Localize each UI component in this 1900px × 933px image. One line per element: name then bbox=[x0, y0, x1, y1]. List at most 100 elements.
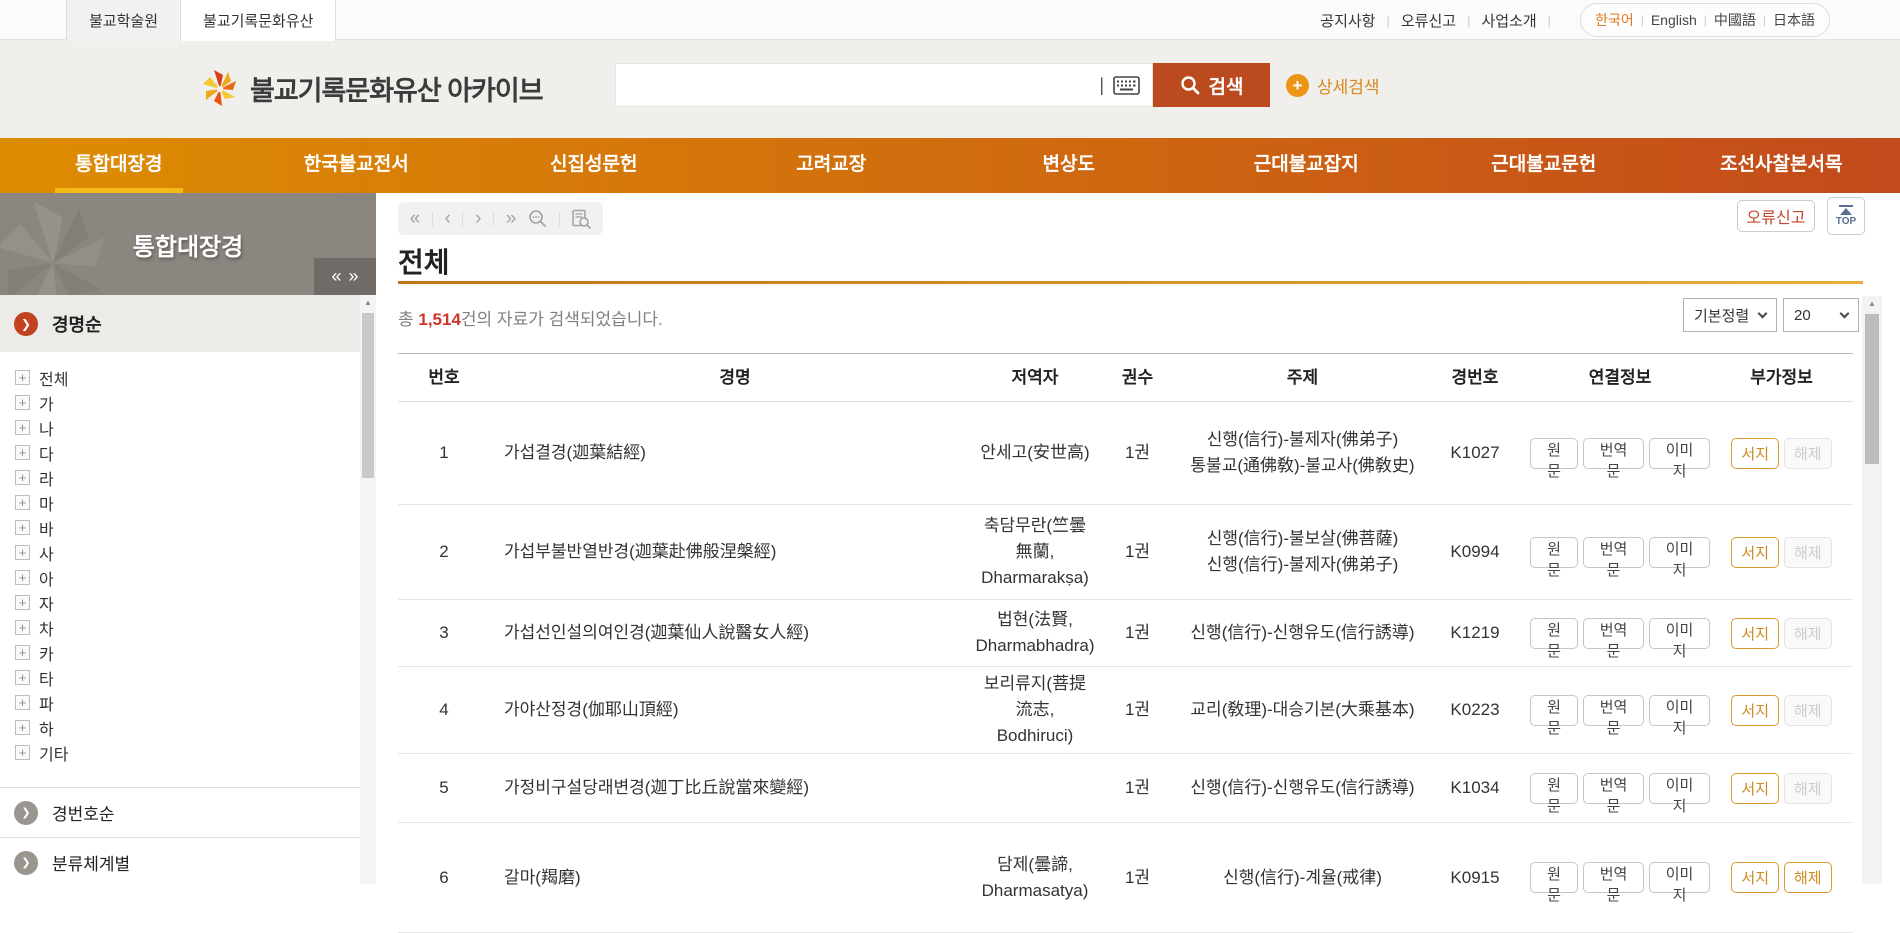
expand-plus-icon[interactable]: + bbox=[15, 620, 30, 635]
expand-plus-icon[interactable]: + bbox=[15, 395, 30, 410]
lang-korean[interactable]: 한국어 bbox=[1595, 10, 1634, 30]
error-report-button[interactable]: 오류신고 bbox=[1737, 200, 1815, 232]
page-size-select[interactable]: 20 bbox=[1783, 298, 1859, 332]
expand-plus-icon[interactable]: + bbox=[15, 470, 30, 485]
tree-item[interactable]: +가 bbox=[15, 390, 376, 415]
content-scroll-thumb[interactable] bbox=[1865, 314, 1879, 464]
expand-plus-icon[interactable]: + bbox=[15, 745, 30, 760]
expand-plus-icon[interactable]: + bbox=[15, 370, 30, 385]
tree-item[interactable]: +기타 bbox=[15, 740, 376, 765]
first-page-icon[interactable]: « bbox=[410, 209, 421, 228]
nav-item-4[interactable]: 고려교장 bbox=[713, 138, 951, 193]
expand-plus-icon[interactable]: + bbox=[15, 670, 30, 685]
advanced-search-button[interactable]: + 상세검색 bbox=[1286, 73, 1380, 98]
nav-item-5[interactable]: 변상도 bbox=[950, 138, 1188, 193]
sidebar-section-sutra-code-order[interactable]: ❯경번호순 bbox=[0, 787, 360, 837]
original-text-button[interactable]: 원문 bbox=[1530, 773, 1578, 804]
expand-plus-icon[interactable]: + bbox=[15, 645, 30, 660]
nav-item-8[interactable]: 조선사찰본서목 bbox=[1663, 138, 1900, 193]
nav-item-2[interactable]: 한국불교전서 bbox=[238, 138, 476, 193]
scroll-to-top-button[interactable]: TOP bbox=[1827, 197, 1865, 235]
tree-item[interactable]: +전체 bbox=[15, 365, 376, 390]
tree-item[interactable]: +라 bbox=[15, 465, 376, 490]
original-text-button[interactable]: 원문 bbox=[1530, 695, 1578, 726]
sutra-name-link[interactable]: 가섭부불반열반경(迦葉赴佛般涅槃經) bbox=[504, 539, 776, 565]
sidebar-section-classification[interactable]: ❯분류체계별 bbox=[0, 837, 360, 887]
prev-page-icon[interactable]: ‹ bbox=[445, 209, 451, 228]
original-text-button[interactable]: 원문 bbox=[1530, 438, 1578, 469]
sutra-name-link[interactable]: 가야산정경(伽耶山頂經) bbox=[504, 697, 679, 723]
bibliography-button[interactable]: 서지 bbox=[1731, 773, 1779, 804]
tree-item[interactable]: +카 bbox=[15, 640, 376, 665]
tree-item[interactable]: +하 bbox=[15, 715, 376, 740]
site-tab-archive[interactable]: 불교기록문화유산 bbox=[180, 0, 336, 41]
image-button[interactable]: 이미지 bbox=[1649, 438, 1710, 469]
original-text-button[interactable]: 원문 bbox=[1530, 862, 1578, 893]
error-report-link[interactable]: 오류신고 bbox=[1401, 10, 1456, 31]
expand-plus-icon[interactable]: + bbox=[15, 520, 30, 535]
notice-link[interactable]: 공지사항 bbox=[1320, 10, 1375, 31]
nav-item-3[interactable]: 신집성문헌 bbox=[475, 138, 713, 193]
tree-item[interactable]: +마 bbox=[15, 490, 376, 515]
image-button[interactable]: 이미지 bbox=[1649, 862, 1710, 893]
sutra-name-link[interactable]: 갈마(羯磨) bbox=[504, 865, 581, 891]
translation-button[interactable]: 번역문 bbox=[1583, 618, 1644, 649]
list-search-icon[interactable] bbox=[571, 209, 591, 229]
expand-plus-icon[interactable]: + bbox=[15, 695, 30, 710]
site-logo[interactable]: 불교기록문화유산 아카이브 bbox=[200, 68, 543, 108]
zoom-icon[interactable] bbox=[528, 209, 547, 228]
expand-plus-icon[interactable]: + bbox=[15, 495, 30, 510]
tree-item[interactable]: +차 bbox=[15, 615, 376, 640]
translation-button[interactable]: 번역문 bbox=[1583, 773, 1644, 804]
bibliography-button[interactable]: 서지 bbox=[1731, 438, 1779, 469]
search-button[interactable]: 검색 bbox=[1153, 63, 1270, 107]
nav-item-7[interactable]: 근대불교문헌 bbox=[1425, 138, 1663, 193]
expand-plus-icon[interactable]: + bbox=[15, 720, 30, 735]
translation-button[interactable]: 번역문 bbox=[1583, 695, 1644, 726]
tree-item[interactable]: +다 bbox=[15, 440, 376, 465]
site-tab-academy[interactable]: 불교학술원 bbox=[66, 0, 180, 41]
next-page-icon[interactable]: › bbox=[475, 209, 481, 228]
sutra-name-link[interactable]: 가섭선인설의여인경(迦葉仙人說醫女人經) bbox=[504, 620, 809, 646]
expand-plus-icon[interactable]: + bbox=[15, 545, 30, 560]
content-scrollbar[interactable]: ▲ bbox=[1862, 296, 1882, 884]
search-input[interactable] bbox=[616, 64, 1099, 106]
original-text-button[interactable]: 원문 bbox=[1530, 618, 1578, 649]
bibliography-button[interactable]: 서지 bbox=[1731, 618, 1779, 649]
nav-item-6[interactable]: 근대불교잡지 bbox=[1188, 138, 1426, 193]
bibliography-button[interactable]: 서지 bbox=[1731, 862, 1779, 893]
sidebar-section-sutra-name-order[interactable]: ❯ 경명순 bbox=[0, 295, 376, 352]
image-button[interactable]: 이미지 bbox=[1649, 537, 1710, 568]
last-page-icon[interactable]: » bbox=[506, 209, 517, 228]
sidebar-scroll-thumb[interactable] bbox=[362, 313, 374, 478]
original-text-button[interactable]: 원문 bbox=[1530, 537, 1578, 568]
expand-plus-icon[interactable]: + bbox=[15, 570, 30, 585]
image-button[interactable]: 이미지 bbox=[1649, 695, 1710, 726]
image-button[interactable]: 이미지 bbox=[1649, 773, 1710, 804]
expand-plus-icon[interactable]: + bbox=[15, 445, 30, 460]
lang-chinese[interactable]: 中國語 bbox=[1714, 10, 1756, 30]
tree-item[interactable]: +타 bbox=[15, 665, 376, 690]
translation-button[interactable]: 번역문 bbox=[1583, 862, 1644, 893]
scroll-up-icon[interactable]: ▲ bbox=[360, 295, 376, 311]
tree-item[interactable]: +사 bbox=[15, 540, 376, 565]
image-button[interactable]: 이미지 bbox=[1649, 618, 1710, 649]
tree-item[interactable]: +자 bbox=[15, 590, 376, 615]
sutra-name-link[interactable]: 가섭결경(迦葉結經) bbox=[504, 440, 646, 466]
tree-item[interactable]: +파 bbox=[15, 690, 376, 715]
annotation-button[interactable]: 해제 bbox=[1784, 862, 1832, 893]
nav-item-1[interactable]: 통합대장경 bbox=[0, 138, 238, 193]
expand-plus-icon[interactable]: + bbox=[15, 420, 30, 435]
lang-english[interactable]: English bbox=[1651, 12, 1697, 28]
tree-item[interactable]: +나 bbox=[15, 415, 376, 440]
virtual-keyboard-icon[interactable] bbox=[1113, 76, 1140, 95]
expand-plus-icon[interactable]: + bbox=[15, 595, 30, 610]
sidebar-scrollbar[interactable]: ▲ bbox=[360, 295, 376, 884]
bibliography-button[interactable]: 서지 bbox=[1731, 695, 1779, 726]
sort-select[interactable]: 기본정렬 bbox=[1683, 298, 1777, 332]
tree-item[interactable]: +바 bbox=[15, 515, 376, 540]
translation-button[interactable]: 번역문 bbox=[1583, 537, 1644, 568]
about-link[interactable]: 사업소개 bbox=[1481, 10, 1536, 31]
sidebar-collapse-button[interactable]: « » bbox=[314, 258, 376, 295]
bibliography-button[interactable]: 서지 bbox=[1731, 537, 1779, 568]
